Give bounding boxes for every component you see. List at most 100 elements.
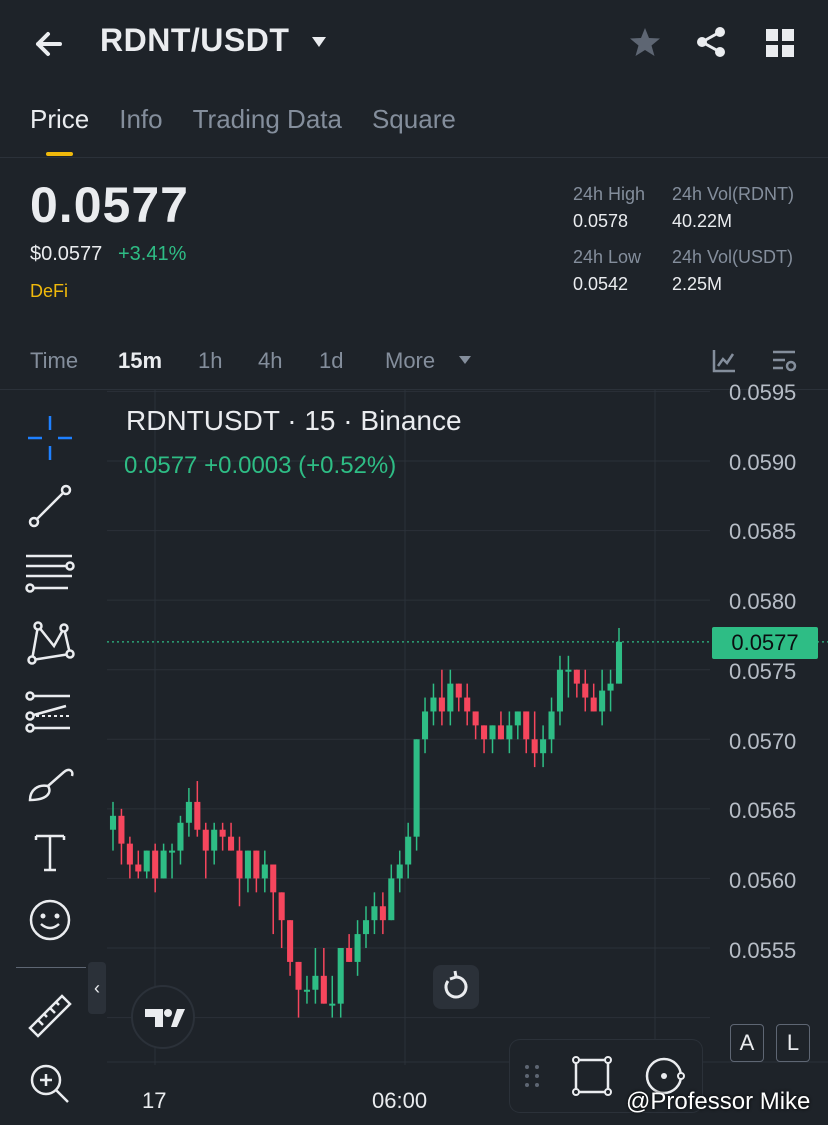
candle-body (168, 850, 176, 853)
pair-title[interactable]: RDNT/USDT (100, 22, 289, 59)
emoji-icon[interactable] (24, 894, 76, 946)
candle-body (135, 864, 142, 872)
log-scale-button[interactable]: L (776, 1024, 810, 1062)
star-icon[interactable] (628, 25, 662, 59)
candle-body (270, 864, 277, 893)
collapse-toolbar-button[interactable]: ‹ (88, 962, 106, 1014)
tradingview-logo-icon (145, 1009, 185, 1027)
candle-body (312, 975, 319, 990)
candle-body (143, 850, 150, 872)
candle-body (514, 711, 521, 726)
tab-info[interactable]: Info (119, 104, 162, 154)
timeframe-4h[interactable]: 4h (258, 348, 282, 374)
candle-body (481, 725, 488, 740)
candle-body (489, 725, 496, 740)
timeframe-15m[interactable]: 15m (118, 348, 162, 374)
candle-body (219, 829, 226, 837)
candle-body (497, 725, 504, 740)
tab-trading-data[interactable]: Trading Data (193, 104, 342, 154)
candle-body (523, 711, 530, 740)
top-bar: RDNT/USDT (0, 0, 828, 90)
vol-quote-value: 2.25M (672, 274, 723, 294)
y-tick-label: 0.0595 (729, 380, 797, 405)
reset-icon (444, 970, 468, 999)
candle-body (211, 829, 218, 851)
ruler-icon[interactable] (24, 990, 76, 1042)
y-tick-label: 0.0560 (729, 868, 797, 893)
rectangle-tool-icon[interactable] (570, 1054, 614, 1098)
candle-body (438, 697, 445, 712)
candlestick-chart[interactable] (107, 390, 828, 1125)
tab-square[interactable]: Square (372, 104, 456, 154)
chart-area[interactable] (107, 390, 828, 1125)
candle-body (118, 815, 125, 844)
watermark-text: @Professor Mike (626, 1088, 811, 1115)
y-tick-label: 0.0565 (729, 798, 797, 823)
candle-body (599, 690, 606, 712)
y-tick-label: 0.0580 (729, 589, 797, 614)
high-value: 0.0578 (573, 211, 629, 231)
prediction-icon[interactable] (24, 686, 76, 738)
crosshair-icon[interactable] (24, 412, 76, 464)
price-change-percent: +3.41% (118, 243, 187, 265)
x-tick-label: 17 (142, 1088, 167, 1113)
back-arrow-icon[interactable] (30, 24, 70, 64)
candle-body (464, 697, 471, 712)
candle-body (615, 641, 623, 684)
candle-body (236, 850, 243, 879)
candle-body (185, 801, 192, 823)
vol-base-value: 40.22M (672, 211, 733, 231)
candle-body (244, 850, 251, 879)
text-icon[interactable] (24, 826, 76, 878)
chevron-down-icon[interactable] (459, 356, 471, 365)
chevron-down-icon[interactable] (310, 35, 328, 49)
candle-body (320, 975, 327, 1004)
timeframe-time[interactable]: Time (30, 348, 78, 374)
low-value: 0.0542 (573, 274, 629, 294)
candle-body (472, 711, 479, 726)
tab-price[interactable]: Price (30, 104, 89, 156)
timeframe-more[interactable]: More (385, 348, 435, 374)
timeframe-1h[interactable]: 1h (198, 348, 222, 374)
candle-body (506, 725, 513, 740)
brush-icon[interactable] (24, 756, 76, 808)
trendline-icon[interactable] (24, 480, 76, 532)
candle-body (253, 850, 260, 879)
auto-scale-button[interactable]: A (730, 1024, 764, 1062)
candle-body (287, 920, 294, 962)
candle-body (548, 711, 555, 740)
candle-body (354, 934, 361, 962)
candle-body (607, 683, 614, 691)
tab-bar: Price Info Trading Data Square (30, 104, 456, 156)
reset-chart-button[interactable] (433, 965, 479, 1009)
pattern-icon[interactable] (24, 616, 76, 668)
candle-body (396, 864, 403, 879)
fib-retracement-icon[interactable] (24, 548, 76, 600)
tradingview-logo[interactable] (131, 985, 195, 1049)
candle-body (228, 836, 235, 851)
candle-body (590, 697, 597, 712)
candle-body (303, 989, 311, 992)
share-icon[interactable] (694, 25, 728, 59)
sector-tag[interactable]: DeFi (30, 281, 68, 302)
candle-body (160, 850, 167, 879)
y-tick-label: 0.0585 (729, 519, 797, 544)
y-tick-label: 0.0555 (729, 938, 797, 963)
candle-body (202, 829, 209, 851)
candle-body (421, 711, 429, 740)
candle-body (126, 843, 133, 865)
timeframe-1d[interactable]: 1d (319, 348, 343, 374)
candle-body (540, 739, 547, 754)
candle-body (582, 683, 589, 698)
usd-price: $0.0577 (30, 243, 103, 265)
zoom-in-icon[interactable] (24, 1056, 76, 1108)
candle-body (362, 920, 370, 935)
candle-body (152, 850, 159, 879)
chart-settings-icon[interactable] (771, 348, 797, 374)
drag-handle-icon[interactable] (522, 1062, 542, 1090)
candle-body (455, 683, 462, 698)
candle-body (337, 948, 344, 1004)
grid-icon[interactable] (764, 27, 796, 59)
indicator-icon[interactable] (711, 348, 737, 374)
last-price: 0.0577 (30, 177, 189, 233)
